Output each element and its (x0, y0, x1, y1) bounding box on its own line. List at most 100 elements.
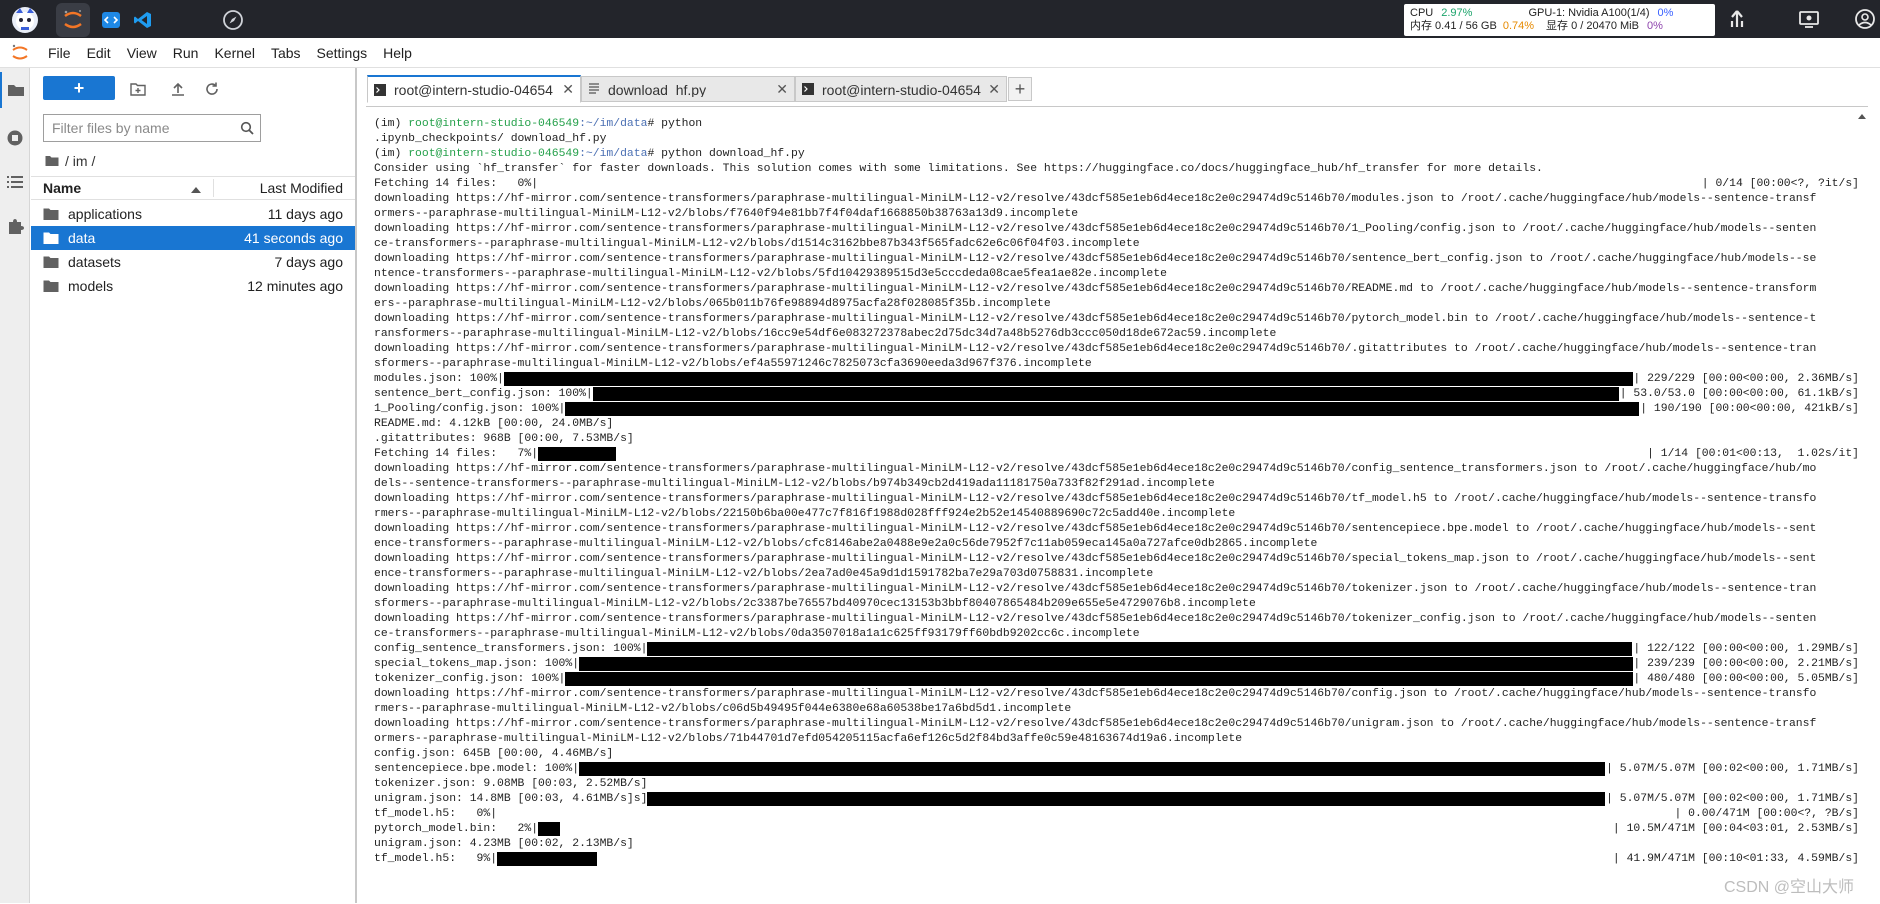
output-text: downloading https://hf-mirror.com/senten… (374, 253, 1817, 265)
progress-label: tf_model.h5: 0%| (374, 808, 498, 820)
terminal-line: (im) root@intern-studio-046549:~/im/data… (374, 118, 703, 130)
terminal-panel[interactable]: (im) root@intern-studio-046549:~/im/data… (366, 106, 1868, 903)
breadcrumb-folder-icon[interactable] (45, 155, 59, 167)
menu-file[interactable]: File (40, 45, 79, 61)
terminal-line: ce-transformers--paraphrase-multilingual… (374, 237, 1859, 252)
folder-icon[interactable] (0, 72, 30, 108)
close-icon[interactable]: ✕ (988, 81, 1000, 98)
refresh-icon[interactable] (201, 78, 223, 100)
output-text: .gitattributes: 968B [00:00, 7.53MB/s] (374, 433, 634, 445)
terminal-line: Fetching 14 files: 7%| | 1/14 [00:01<00:1… (374, 447, 1859, 462)
terminal-line: ormers--paraphrase-multilingual-MiniLM-L… (374, 207, 1859, 222)
terminal-line: ntence-transformers--paraphrase-multilin… (374, 267, 1859, 282)
filter-files-input[interactable] (44, 116, 234, 140)
output-text: ce-transformers--paraphrase-multilingual… (374, 628, 1140, 640)
jupyter-logo-icon (0, 38, 40, 68)
file-list-header: Name Last Modified (31, 176, 355, 200)
progress-stats: | 190/190 [00:00<00:00, 421kB/s] (1640, 403, 1859, 415)
file-browser-toolbar: + (31, 76, 357, 102)
terminal-line: special_tokens_map.json: 100%| | 239/239 … (374, 657, 1859, 672)
menu-run[interactable]: Run (165, 45, 207, 61)
resource-stats: CPU 2.97% GPU-1: Nvidia A100(1/4) 0% 内存 … (1404, 4, 1715, 36)
tab-download-hf[interactable]: download_hf.py ✕ (581, 76, 795, 102)
prompt-user: root@intern-studio-046549 (408, 148, 580, 160)
breadcrumb-path[interactable]: / im / (65, 153, 95, 169)
file-name: applications (68, 206, 142, 222)
top-bar: CPU 2.97% GPU-1: Nvidia A100(1/4) 0% 内存 … (0, 0, 1880, 38)
folder-icon (43, 255, 59, 272)
file-row-datasets[interactable]: datasets 7 days ago (31, 250, 355, 274)
file-modified: 11 days ago (267, 206, 343, 222)
column-last-modified[interactable]: Last Modified (260, 180, 343, 196)
terminal-scrollbar[interactable] (1856, 111, 1868, 904)
terminal-line: ers--paraphrase-multilingual-MiniLM-L12-… (374, 297, 1859, 312)
progress-label: Fetching 14 files: 0%| (374, 178, 539, 190)
terminal-line: ence-transformers--paraphrase-multilingu… (374, 537, 1859, 552)
monitor-icon[interactable] (1796, 6, 1822, 32)
output-text: ence-transformers--paraphrase-multilingu… (374, 538, 1318, 550)
sort-caret-icon[interactable] (191, 180, 201, 196)
terminal-line: modules.json: 100%| | 229/229 [00:00<00:0… (374, 372, 1859, 387)
add-tab-button[interactable]: + (1008, 77, 1032, 101)
progress-label: special_tokens_map.json: 100%| (374, 658, 580, 670)
menu-edit[interactable]: Edit (79, 45, 119, 61)
column-name[interactable]: Name (43, 180, 81, 196)
extensions-puzzle-icon[interactable] (0, 208, 30, 244)
progress-stats: | 0.00/471M [00:00<?, ?B/s] (1674, 808, 1859, 820)
progress-stats: | 1/14 [00:01<00:13, 1.02s/it] (1647, 448, 1859, 460)
terminal-line: config_sentence_transformers.json: 100%|… (374, 642, 1859, 657)
folder-icon (43, 231, 59, 248)
filter-files-field[interactable] (43, 114, 261, 142)
output-text: downloading https://hf-mirror.com/senten… (374, 613, 1817, 625)
folder-icon (43, 207, 59, 224)
menu-view[interactable]: View (119, 45, 165, 61)
progress-label: config_sentence_transformers.json: 100%| (374, 643, 648, 655)
mem-label: 内存 0.41 / 56 GB (1410, 20, 1497, 32)
upload-arrow-icon[interactable] (1724, 6, 1750, 32)
upload-icon[interactable] (167, 78, 189, 100)
close-icon[interactable]: ✕ (776, 81, 788, 98)
progress-stats: | 229/229 [00:00<00:00, 2.36MB/s] (1633, 373, 1859, 385)
menu-kernel[interactable]: Kernel (206, 45, 262, 61)
menu-tabs[interactable]: Tabs (263, 45, 309, 61)
tab-terminal-1[interactable]: root@intern-studio-04654 ✕ (367, 75, 581, 103)
jupyter-icon[interactable] (56, 3, 90, 37)
new-folder-icon[interactable] (127, 78, 149, 100)
progress-bar-fill (592, 387, 1619, 401)
compass-icon[interactable] (216, 3, 250, 37)
left-sidebar-strip (0, 68, 30, 903)
file-row-data[interactable]: data 41 seconds ago (31, 226, 355, 250)
menu-help[interactable]: Help (375, 45, 420, 61)
menu-settings[interactable]: Settings (309, 45, 376, 61)
terminal-line: sentence_bert_config.json: 100%| | 53.0/5… (374, 387, 1859, 402)
mascot-avatar-icon[interactable] (8, 3, 42, 37)
file-row-applications[interactable]: applications 11 days ago (31, 202, 355, 226)
prompt-path: :~/im/data (579, 118, 648, 130)
file-row-models[interactable]: models 12 minutes ago (31, 274, 355, 298)
output-text: ormers--paraphrase-multilingual-MiniLM-L… (374, 733, 1243, 745)
file-modified: 41 seconds ago (244, 230, 343, 246)
new-launcher-button[interactable]: + (43, 76, 115, 100)
vscode-icon[interactable] (126, 3, 160, 37)
tab-terminal-2[interactable]: root@intern-studio-04654 ✕ (795, 76, 1007, 102)
folder-icon (43, 279, 59, 296)
terminal-line: README.md: 4.12kB [00:00, 24.0MB/s] (374, 417, 1859, 432)
table-of-contents-icon[interactable] (0, 164, 30, 200)
code-editor-icon[interactable] (94, 3, 128, 37)
output-text: ce-transformers--paraphrase-multilingual… (374, 238, 1140, 250)
terminal-line: tf_model.h5: 0%| | 0.00/471M [00:00<?, ?B… (374, 807, 1859, 822)
user-icon[interactable] (1852, 6, 1878, 32)
running-sessions-icon[interactable] (0, 120, 30, 156)
terminal-line: ormers--paraphrase-multilingual-MiniLM-L… (374, 732, 1859, 747)
output-text: rmers--paraphrase-multilingual-MiniLM-L1… (374, 508, 1236, 520)
cpu-label: CPU (1410, 7, 1434, 19)
terminal-line: downloading https://hf-mirror.com/senten… (374, 282, 1859, 297)
output-text: downloading https://hf-mirror.com/senten… (374, 493, 1817, 505)
close-icon[interactable]: ✕ (562, 81, 574, 98)
progress-label: modules.json: 100%| (374, 373, 504, 385)
output-text: ormers--paraphrase-multilingual-MiniLM-L… (374, 208, 1079, 220)
file-modified: 12 minutes ago (247, 278, 343, 294)
output-text: sformers--paraphrase-multilingual-MiniLM… (374, 358, 1092, 370)
progress-stats: | 5.07M/5.07M [00:02<00:00, 1.71MB/s] (1606, 763, 1859, 775)
output-text: README.md: 4.12kB [00:00, 24.0MB/s] (374, 418, 614, 430)
